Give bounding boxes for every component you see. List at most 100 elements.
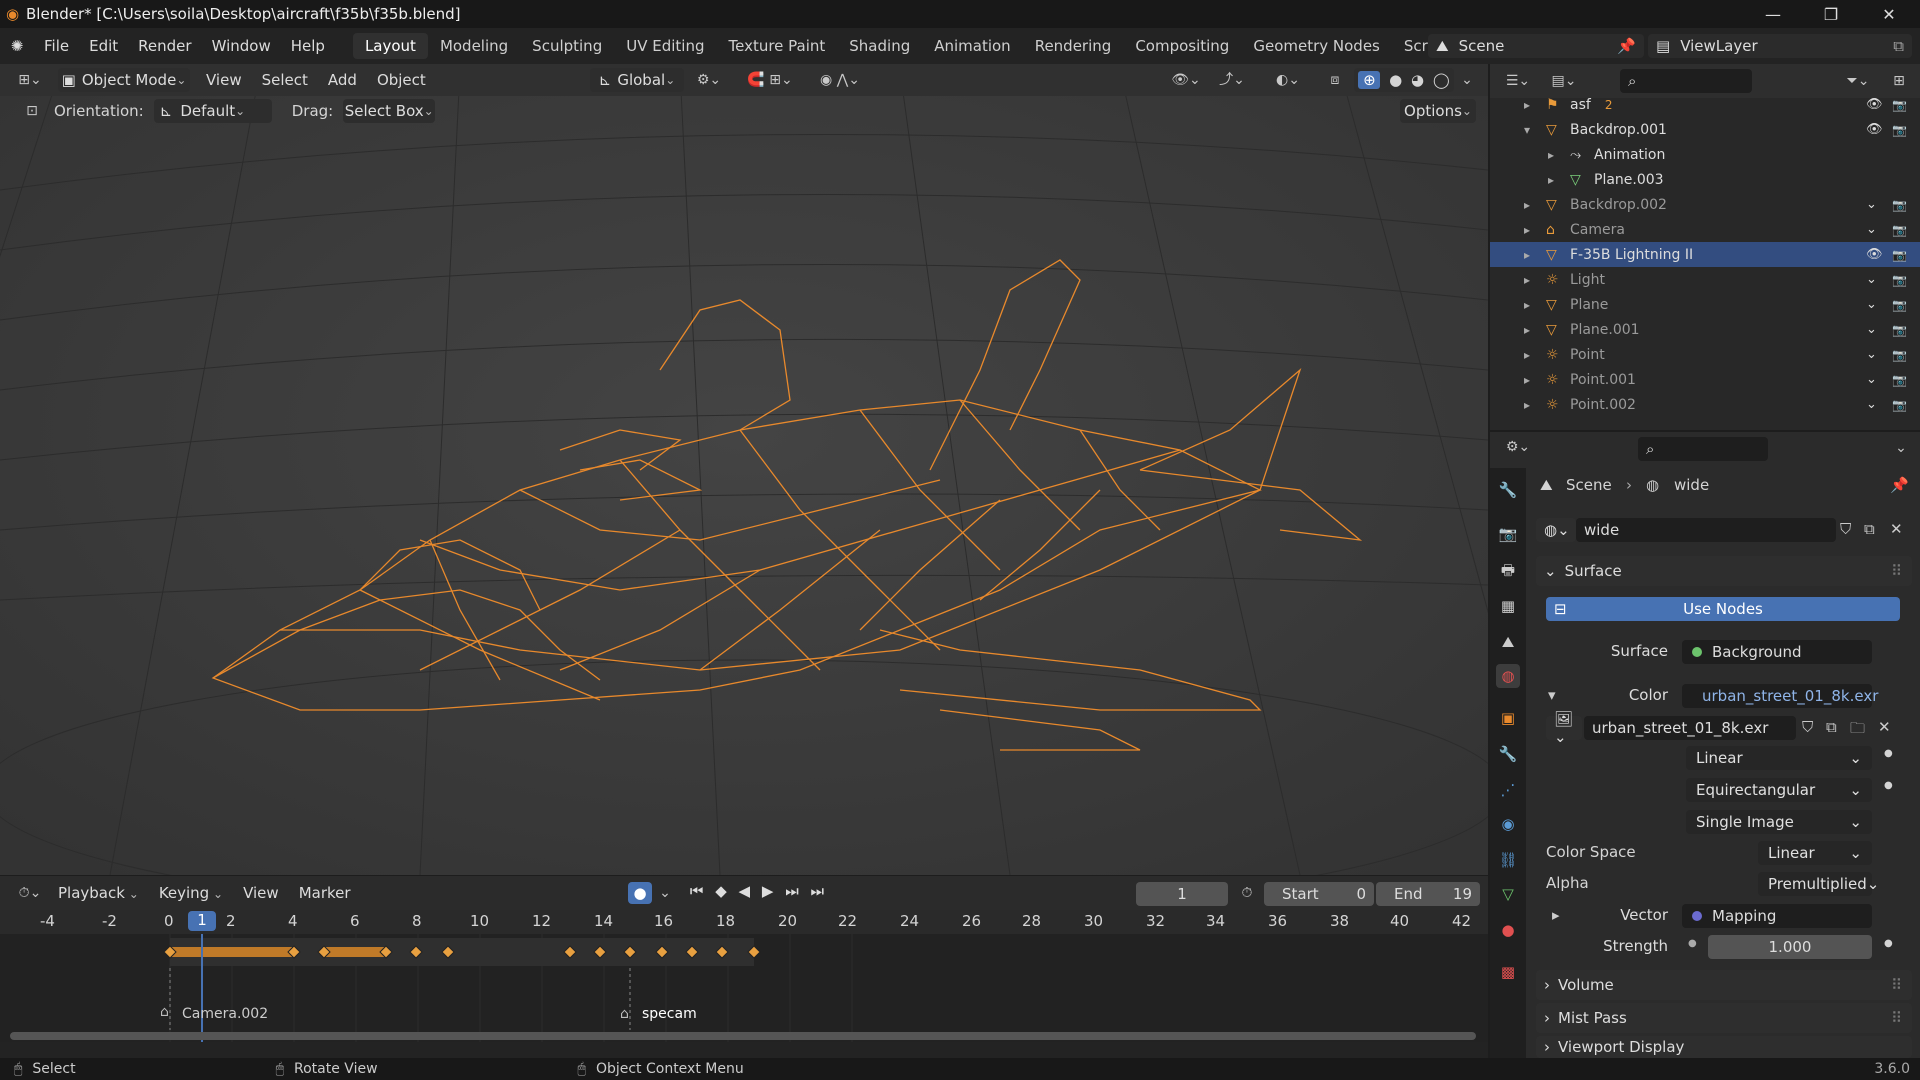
render-visibility-icon[interactable]: 📷	[1892, 223, 1907, 237]
chevron-down-icon[interactable]: ▾	[1524, 123, 1546, 137]
strength-field[interactable]: 1.000	[1708, 935, 1872, 959]
chevron-right-icon[interactable]: ▸	[1524, 398, 1546, 412]
world-browse-icon[interactable]: ◍⌄	[1536, 518, 1576, 542]
next-keyframe-icon[interactable]: ⏭	[785, 882, 799, 904]
tab-uv-editing[interactable]: UV Editing	[614, 33, 716, 59]
visibility-eye-icon[interactable]: 👁	[1866, 97, 1883, 112]
outliner-row[interactable]: ▸ ▽ Backdrop.002 ⌄ 📷	[1490, 192, 1920, 217]
timeline-scrollbar[interactable]	[10, 1032, 1476, 1040]
duplicate-image-icon[interactable]: ⧉	[1826, 718, 1837, 736]
mist-pass-panel-header[interactable]: › Mist Pass ⠿	[1536, 1003, 1912, 1033]
data-tab-icon[interactable]: ▽	[1496, 882, 1520, 906]
chevron-right-icon[interactable]: ▸	[1524, 273, 1546, 287]
outliner-search-input[interactable]: ⌕	[1620, 69, 1752, 93]
timeline-menu-view[interactable]: View	[233, 875, 289, 911]
visibility-eye-icon[interactable]: ⌄	[1866, 297, 1877, 312]
current-frame-field[interactable]: 1	[1136, 882, 1228, 906]
particles-tab-icon[interactable]: ⋰	[1496, 778, 1520, 802]
alpha-dropdown[interactable]: Premultiplied ⌄	[1758, 872, 1879, 896]
tab-texture-paint[interactable]: Texture Paint	[716, 33, 837, 59]
visibility-eye-icon[interactable]: 👁	[1866, 247, 1883, 262]
material-shading-icon[interactable]: ◕	[1411, 71, 1424, 89]
viewport-canvas[interactable]	[0, 70, 1488, 875]
world-name-field[interactable]: wide	[1576, 518, 1836, 542]
render-visibility-icon[interactable]: 📷	[1892, 323, 1907, 337]
auto-keying-icon[interactable]: ●	[628, 882, 652, 904]
outliner-row[interactable]: ▸ ⚑ asf 2 👁 📷	[1490, 92, 1920, 117]
render-visibility-icon[interactable]: 📷	[1892, 98, 1907, 112]
start-frame-field[interactable]: Start 0	[1264, 882, 1374, 906]
open-image-icon[interactable]: 🗀	[1850, 718, 1865, 743]
outliner-row[interactable]: ▸ ▽ F-35B Lightning II 👁 📷	[1490, 242, 1920, 267]
new-view-layer-icon[interactable]: ⧉	[1893, 37, 1904, 55]
chevron-right-icon[interactable]: ▸	[1524, 298, 1546, 312]
breadcrumb-world[interactable]: wide	[1674, 476, 1709, 494]
proportional-edit-icon[interactable]: ◉ ⋀⌄	[810, 71, 870, 89]
drag-handle-icon[interactable]: ⠿	[1891, 976, 1902, 994]
chevron-right-icon[interactable]: ▸	[1524, 98, 1546, 112]
outliner-row[interactable]: ▸ ⌂ Camera ⌄ 📷	[1490, 217, 1920, 242]
visibility-eye-icon[interactable]: ⌄	[1866, 347, 1877, 362]
shading-options-icon[interactable]: ⌄	[1458, 71, 1476, 89]
world-tab-icon[interactable]: ◍	[1496, 664, 1520, 688]
outliner-row[interactable]: ▸ ▽ Plane.003	[1490, 167, 1920, 192]
scene-selector[interactable]: ⛰ Scene 📌	[1428, 34, 1644, 58]
constraints-tab-icon[interactable]: ⛓	[1496, 848, 1520, 872]
rendered-shading-icon[interactable]: ◯	[1433, 71, 1450, 89]
interpolation-dropdown[interactable]: Linear ⌄	[1686, 746, 1872, 770]
tab-animation[interactable]: Animation	[922, 33, 1022, 59]
chevron-right-icon[interactable]: ▸	[1524, 323, 1546, 337]
outliner-row[interactable]: ▸ ▽ Plane ⌄ 📷	[1490, 292, 1920, 317]
timeline-menu-marker[interactable]: Marker	[289, 875, 361, 911]
chevron-right-icon[interactable]: ▸	[1524, 248, 1546, 262]
marker-camera-002[interactable]: Camera.002	[182, 1006, 268, 1022]
tab-rendering[interactable]: Rendering	[1023, 33, 1124, 59]
visibility-eye-icon[interactable]: ⌄	[1866, 272, 1877, 287]
tab-layout[interactable]: Layout	[352, 33, 428, 59]
image-browse-icon[interactable]: 🖼⌄	[1546, 710, 1582, 746]
texture-tab-icon[interactable]: ▩	[1496, 960, 1520, 984]
viewport-menu-add[interactable]: Add	[318, 62, 367, 98]
menu-file[interactable]: File	[34, 28, 79, 64]
viewport-menu-view[interactable]: View	[196, 62, 252, 98]
expand-color-icon[interactable]: ▾	[1548, 686, 1556, 704]
playhead-frame[interactable]: 1	[188, 911, 216, 931]
visibility-eye-icon[interactable]: ⌄	[1866, 197, 1877, 212]
object-tab-icon[interactable]: ▣	[1496, 706, 1520, 730]
play-reverse-icon[interactable]: ◀	[739, 882, 751, 904]
vector-input-field[interactable]: Mapping	[1682, 904, 1872, 928]
viewport-menu-object[interactable]: Object	[367, 62, 436, 98]
expand-vector-icon[interactable]: ▸	[1552, 906, 1560, 924]
timeline-menu-keying[interactable]: Keying	[149, 875, 233, 912]
view-layer-selector[interactable]: ▤ ViewLayer ⧉	[1648, 34, 1912, 58]
editor-type-icon[interactable]: ⊞⌄	[10, 71, 50, 89]
chevron-right-icon[interactable]: ▸	[1524, 348, 1546, 362]
outliner-row[interactable]: ▸ ▽ Plane.001 ⌄ 📷	[1490, 317, 1920, 342]
output-tab-icon[interactable]: 🖶	[1496, 558, 1520, 582]
drag-handle-icon[interactable]: ⠿	[1891, 562, 1902, 580]
duplicate-world-icon[interactable]: ⧉	[1864, 520, 1875, 538]
menu-render[interactable]: Render	[128, 28, 201, 64]
maximize-button[interactable]: ❐	[1802, 0, 1860, 28]
pivot-icon[interactable]: ⚙⌄	[694, 71, 724, 89]
render-visibility-icon[interactable]: 📷	[1892, 373, 1907, 387]
minimize-button[interactable]: —	[1744, 0, 1802, 28]
surface-shader-field[interactable]: Background	[1682, 640, 1872, 664]
display-mode-icon[interactable]: ▤⌄	[1546, 72, 1582, 90]
tab-shading[interactable]: Shading	[837, 33, 922, 59]
timeline-keyframe-area[interactable]: ⌂ Camera.002 ⌂ specam	[0, 934, 1488, 1042]
select-tool-icon[interactable]: ⊡	[20, 102, 44, 120]
close-button[interactable]: ✕	[1860, 0, 1918, 28]
outliner-editor-type-icon[interactable]: ☰⌄	[1500, 72, 1536, 90]
outliner-row[interactable]: ▸ ☼ Point.001 ⌄ 📷	[1490, 367, 1920, 392]
menu-help[interactable]: Help	[281, 28, 335, 64]
viewport-display-panel-header[interactable]: › Viewport Display	[1536, 1036, 1912, 1058]
render-visibility-icon[interactable]: 📷	[1892, 298, 1907, 312]
timeline-menu-playback[interactable]: Playback	[48, 875, 149, 912]
viewport-menu-select[interactable]: Select	[252, 62, 318, 98]
surface-panel-header[interactable]: ⌄ Surface ⠿	[1536, 556, 1912, 586]
timeline-ruler[interactable]: -4 -2 0 1 2 4 6 8 10 12 14 16 18 20 22 2…	[0, 910, 1488, 934]
3d-viewport[interactable]	[0, 70, 1488, 875]
play-icon[interactable]: ▶	[762, 882, 774, 904]
chevron-right-icon[interactable]: ▸	[1524, 223, 1546, 237]
